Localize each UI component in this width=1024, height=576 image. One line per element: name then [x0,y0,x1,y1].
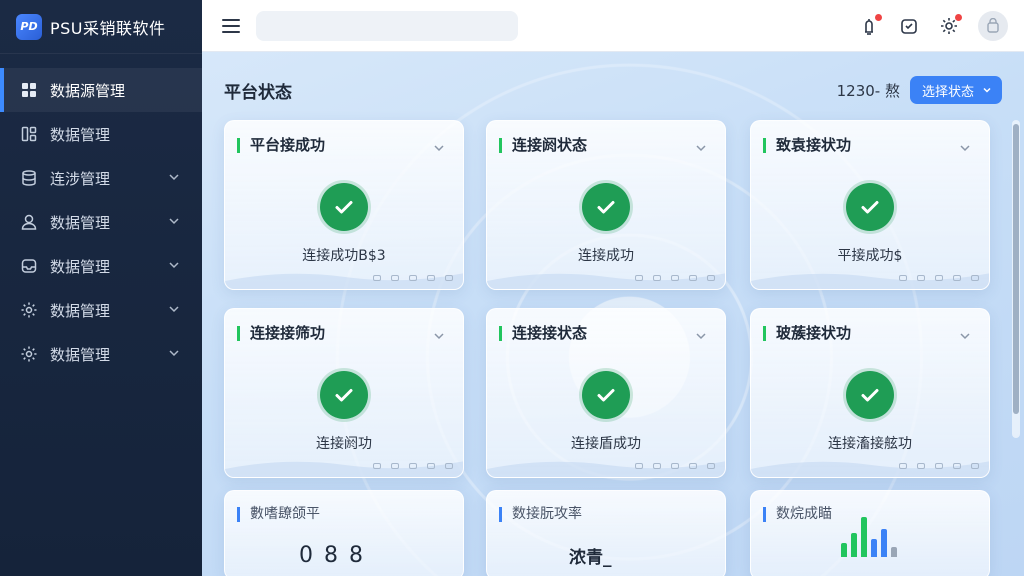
sidebar-item-label: 连涉管理 [50,169,111,188]
metric-value: 0 8 8 [299,543,365,568]
card-status-text: 连接成功B$3 [302,248,386,264]
gear-icon [20,301,38,319]
metric-card[interactable]: 數嗜镽颌平 0 8 8 [224,490,464,576]
metric-card[interactable]: 数接朊攻率 浓青_ [486,490,726,576]
sidebar-menu: 数据源管理 数据管理 连涉管理 数据管理 数据管理 数据管理 数据管理 [0,68,202,376]
status-card[interactable]: 连接阏状态 连接成功 [486,120,726,290]
chevron-down-icon [169,306,179,313]
card-status-text: 连接滀接舷功 [828,436,912,452]
status-card[interactable]: 连接接筛功 连接阏功 [224,308,464,478]
card-status-text: 连接盾成功 [571,436,641,452]
sidebar-item-data-2[interactable]: 数据管理 [0,200,202,244]
card-title: 数接朊攻率 [499,507,582,522]
sidebar-item-label: 数据源管理 [50,81,126,100]
sidebar-item-label: 数据管理 [50,345,111,364]
sidebar-item-data-5[interactable]: 数据管理 [0,332,202,376]
sidebar-item-label: 数据管理 [50,301,111,320]
main-content: 平台状态 1230- 熬 选择状态 平台接成功 连接成功B$3 连接阏状态 连接… [202,0,1024,576]
card-title: 连接阏状态 [499,138,587,153]
chevron-down-icon[interactable] [433,142,445,154]
grid-icon [20,81,38,99]
check-circle-icon [320,183,368,231]
check-circle-icon [582,183,630,231]
sidebar-item-data-4[interactable]: 数据管理 [0,288,202,332]
menu-toggle-icon[interactable] [222,18,240,33]
message-icon[interactable] [898,15,920,37]
chevron-down-icon [169,262,179,269]
sidebar-item-data-source[interactable]: 数据源管理 [0,68,202,112]
sidebar-item-label: 数据管理 [50,213,111,232]
header-actions [840,10,1008,41]
scrollbar-thumb[interactable] [1013,124,1019,414]
app-name: PSU采销联软件 [50,18,166,38]
chevron-down-icon[interactable] [695,142,707,154]
top-bar [202,0,1024,52]
section-header: 平台状态 1230- 熬 选择状态 [224,76,1002,104]
chevron-down-icon[interactable] [959,330,971,342]
status-card[interactable]: 致袁接状功 平接成功$ [750,120,990,290]
chevron-down-icon [169,174,179,181]
sidebar-item-connection[interactable]: 连涉管理 [0,156,202,200]
sidebar-item-data[interactable]: 数据管理 [0,112,202,156]
check-circle-icon [846,371,894,419]
sidebar-item-label: 数据管理 [50,125,111,144]
card-status-text: 平接成功$ [837,248,903,264]
sidebar-item-label: 数据管理 [50,257,111,276]
card-status-text: 连接成功 [578,248,634,264]
avatar[interactable] [978,10,1008,41]
chevron-down-icon [983,87,991,93]
card-title: 连接接筛功 [237,326,325,341]
metric-value: 浓青_ [569,548,612,568]
gear-icon [20,345,38,363]
search-input[interactable] [256,10,518,41]
card-title: 數嗜镽颌平 [237,507,320,522]
check-circle-icon [846,183,894,231]
app-logo: PD [16,13,42,40]
status-card[interactable]: 玻蔟接状功 连接滀接舷功 [750,308,990,478]
scrollbar[interactable] [1012,120,1020,438]
chevron-down-icon [169,218,179,225]
chevron-down-icon[interactable] [695,330,707,342]
card-title: 数烷成瞄 [763,507,832,522]
chevron-down-icon[interactable] [433,330,445,342]
database-icon [20,169,38,187]
notification-icon[interactable] [858,13,882,37]
settings-icon[interactable] [938,13,962,37]
chevron-down-icon [169,350,179,357]
check-circle-icon [320,371,368,419]
status-card[interactable]: 连接接状态 连接盾成功 [486,308,726,478]
chevron-down-icon[interactable] [959,142,971,154]
sidebar-item-data-3[interactable]: 数据管理 [0,244,202,288]
mini-bar-chart [841,517,897,557]
status-select-button[interactable]: 选择状态 [909,76,1002,104]
inbox-icon [20,257,38,275]
sidebar: PD PSU采销联软件 数据源管理 数据管理 连涉管理 数据管理 数据管理 数据… [0,0,202,576]
card-title: 连接接状态 [499,326,587,341]
card-title: 平台接成功 [237,138,325,153]
section-meta: 1230- 熬 [836,81,900,100]
brand[interactable]: PD PSU采销联软件 [0,0,202,54]
user-icon [20,213,38,231]
card-title: 玻蔟接状功 [763,326,851,341]
metric-card[interactable]: 数烷成瞄 [750,490,990,576]
card-status-text: 连接阏功 [316,436,372,452]
layout-icon [20,125,38,143]
section-title: 平台状态 [224,82,292,103]
status-card[interactable]: 平台接成功 连接成功B$3 [224,120,464,290]
card-title: 致袁接状功 [763,138,851,153]
check-circle-icon [582,371,630,419]
